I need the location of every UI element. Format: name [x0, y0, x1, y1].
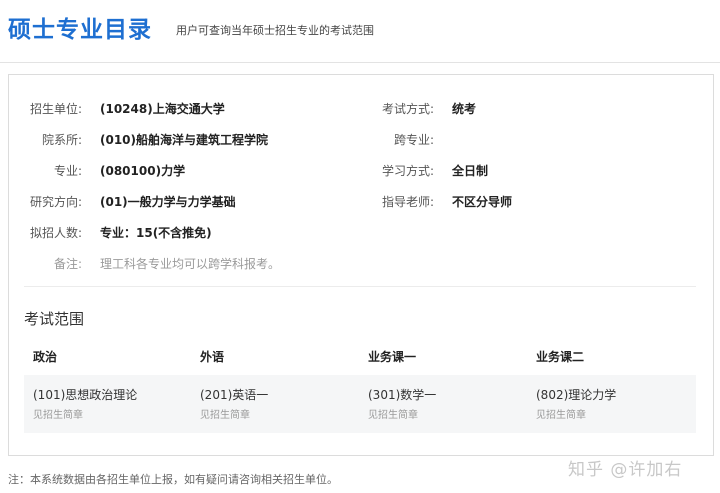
- scope-subject-politics: (101)思想政治理论: [33, 388, 138, 402]
- scope-note-language: 见招生简章: [200, 410, 250, 421]
- info-label-enrollment: 拟招人数:: [29, 226, 82, 240]
- footer-note: 注：本系统数据由各招生单位上报，如有疑问请咨询相关招生单位。: [8, 473, 338, 486]
- scope-header-course1: 业务课一: [368, 350, 417, 364]
- info-value-enrollment: 专业：15(不含推免): [100, 226, 212, 240]
- page-subtitle: 用户可查询当年硕士招生专业的考试范围: [176, 24, 374, 37]
- info-label-study-mode: 学习方式:: [381, 164, 434, 178]
- page-header: 硕士专业目录 用户可查询当年硕士招生专业的考试范围: [0, 0, 720, 63]
- scope-subject-course1: (301)数学一: [368, 388, 437, 402]
- scope-note-course1: 见招生简章: [368, 410, 418, 421]
- exam-scope-title: 考试范围: [24, 310, 85, 328]
- scope-note-politics: 见招生简章: [33, 410, 83, 421]
- scope-header-language: 外语: [200, 350, 225, 364]
- info-row-advisor: 指导老师: 不区分导师: [0, 194, 720, 210]
- info-value-advisor: 不区分导师: [452, 195, 513, 209]
- scope-header-course2: 业务课二: [536, 350, 585, 364]
- section-divider: [24, 286, 696, 287]
- info-row-enrollment: 拟招人数: 专业：15(不含推免): [0, 225, 720, 241]
- scope-note-course2: 见招生简章: [536, 410, 586, 421]
- zhihu-watermark: 知乎 @许加右: [568, 460, 683, 480]
- info-label-remark: 备注:: [53, 257, 82, 271]
- scope-header-politics: 政治: [33, 350, 58, 364]
- info-value-exam-method: 统考: [452, 102, 477, 116]
- scope-subject-language: (201)英语一: [200, 388, 269, 402]
- info-label-exam-method: 考试方式:: [381, 102, 434, 116]
- page-title: 硕士专业目录: [8, 17, 152, 43]
- scope-subject-course2: (802)理论力学: [536, 388, 617, 402]
- info-label-cross-major: 跨专业:: [393, 133, 434, 147]
- info-value-remark: 理工科各专业均可以跨学科报考。: [100, 257, 281, 271]
- info-label-advisor: 指导老师:: [381, 195, 434, 209]
- info-value-study-mode: 全日制: [452, 164, 489, 178]
- scope-table-row: [24, 375, 696, 433]
- info-row-remark: 备注: 理工科各专业均可以跨学科报考。: [0, 256, 720, 272]
- info-row-study-mode: 学习方式: 全日制: [0, 163, 720, 179]
- info-row-exam-method: 考试方式: 统考: [0, 101, 720, 117]
- info-row-cross-major: 跨专业:: [0, 132, 720, 148]
